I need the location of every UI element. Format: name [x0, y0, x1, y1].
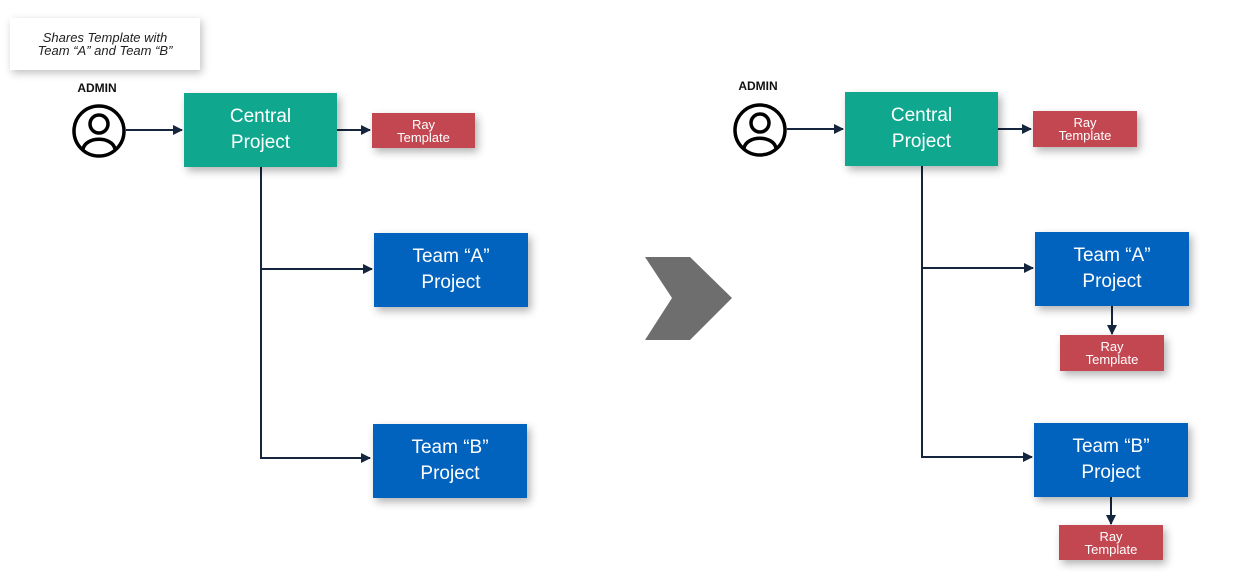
central-project-box: Central Project	[184, 93, 337, 167]
central-project-box-right: Central Project	[845, 92, 998, 166]
team-a-ray-template-box: Ray Template	[1060, 335, 1164, 371]
central-to-team-b-arrow-right	[921, 166, 1033, 462]
admin-user-icon	[72, 104, 126, 158]
team-b-project-box-right: Team “B” Project	[1034, 423, 1188, 497]
admin-label: ADMIN	[77, 81, 117, 95]
note-box: Shares Template with Team “A” and Team “…	[10, 18, 200, 70]
ray-template-box: Ray Template	[372, 113, 475, 148]
central-to-team-b-arrow	[260, 167, 371, 463]
admin-user-icon-right	[733, 103, 787, 157]
team-b-ray-template-box: Ray Template	[1059, 525, 1163, 560]
team-b-project-box: Team “B” Project	[373, 424, 527, 498]
team-a-project-box: Team “A” Project	[374, 233, 528, 307]
admin-label-right: ADMIN	[738, 79, 778, 93]
team-a-project-box-right: Team “A” Project	[1035, 232, 1189, 306]
ray-template-box-right: Ray Template	[1033, 111, 1137, 147]
transition-arrow-icon	[645, 257, 732, 340]
